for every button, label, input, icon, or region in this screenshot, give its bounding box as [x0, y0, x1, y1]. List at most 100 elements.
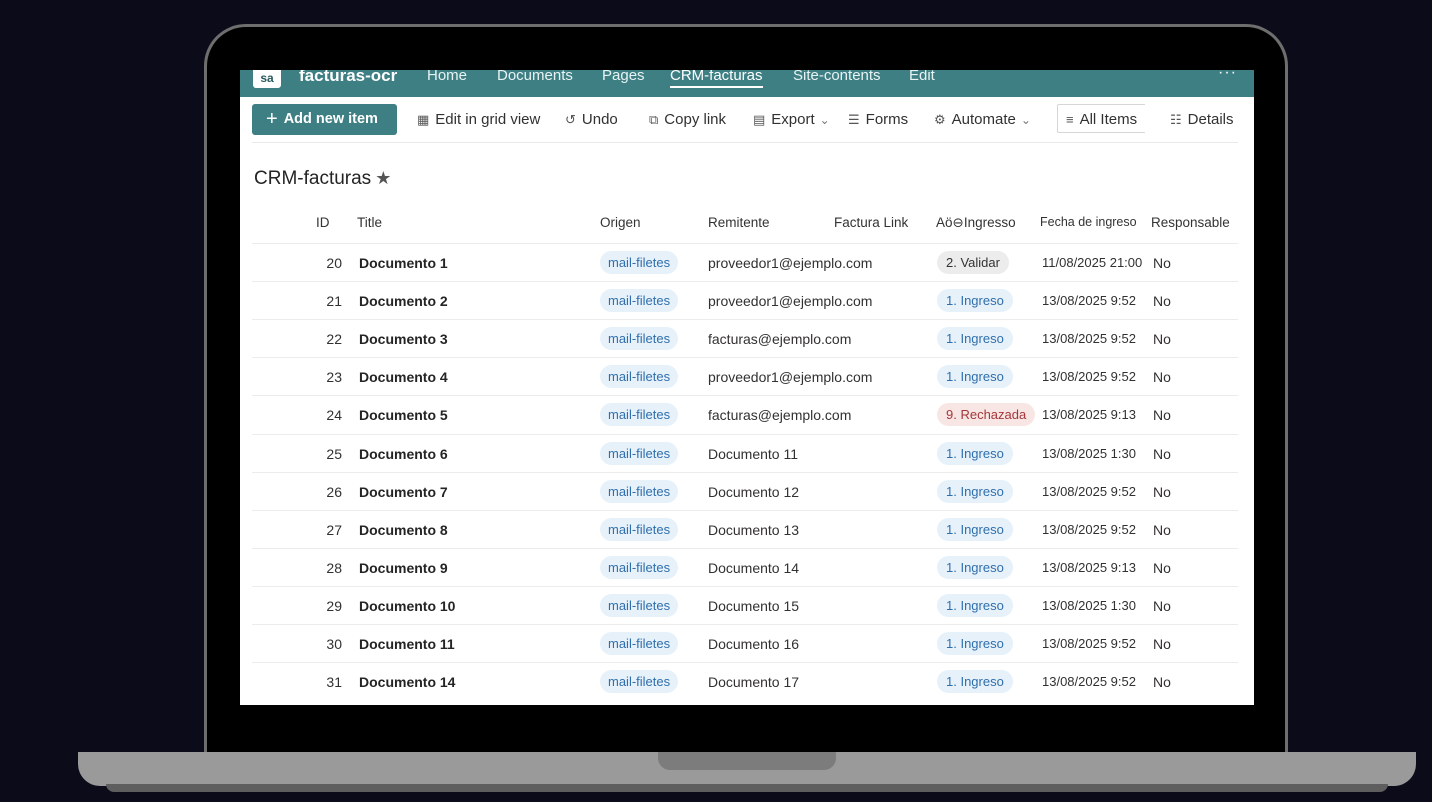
estado-badge: 1. Ingreso: [937, 593, 1013, 617]
table-row[interactable]: 27 Documento 8 mail-filetes Documento 13 1. …: [252, 509, 1238, 549]
all-items-label: All Items: [1079, 111, 1138, 128]
row-id: 29: [326, 597, 342, 614]
row-id: 26: [326, 483, 342, 500]
table-row[interactable]: 26 Documento 7 mail-filetes Documento 12 1. …: [252, 471, 1238, 511]
edit-grid-view-button[interactable]: ▦ Edit in grid view: [417, 104, 540, 135]
nav-crm-facturas[interactable]: CRM-facturas: [670, 70, 763, 88]
copy-link-button[interactable]: ⧉ Copy link: [649, 104, 726, 135]
row-title-link[interactable]: Documento 10: [359, 598, 455, 614]
column-header-estado[interactable]: Aö⊖Ingresso: [936, 215, 1016, 231]
estado-badge: 1. Ingreso: [937, 327, 1013, 351]
row-id: 23: [326, 369, 342, 386]
row-fecha-ingreso: 13/08/2025 9:52: [1042, 636, 1136, 651]
table-row[interactable]: 25 Documento 6 mail-filetes Documento 11 1. …: [252, 433, 1238, 473]
column-header-remitente[interactable]: Remitente: [708, 215, 770, 230]
copy-link-label: Copy link: [664, 111, 726, 128]
table-row[interactable]: 20 Documento 1 mail-filetes proveedor1@ejem…: [252, 243, 1238, 282]
row-fecha-ingreso: 13/08/2025 9:52: [1042, 369, 1136, 385]
table-row[interactable]: 28 Documento 9 mail-filetes Documento 14 1. …: [252, 547, 1238, 587]
forms-button[interactable]: ☰ Forms: [848, 104, 908, 135]
command-bar: + Add new item ▦ Edit in grid view ↺ Undo ⧉…: [240, 97, 1254, 143]
row-id: 27: [326, 521, 342, 538]
export-label: Export: [771, 111, 815, 128]
table-row[interactable]: 24 Documento 5 mail-filetes facturas@ejempl…: [252, 395, 1238, 434]
page-title: CRM-facturas ★: [254, 168, 391, 190]
row-fecha-ingreso: 13/08/2025 9:52: [1042, 331, 1136, 347]
row-remitente: proveedor1@ejemplo.com: [708, 255, 873, 271]
row-remitente: facturas@ejemplo.com: [708, 331, 852, 348]
row-remitente: Documento 15: [708, 597, 800, 614]
row-id: 28: [326, 559, 342, 576]
row-fecha-ingreso: 13/08/2025 9:52: [1042, 674, 1136, 690]
forms-icon: ☰: [848, 112, 860, 127]
table-row[interactable]: 31 Documento 14 mail-filetes Documento 17 1.…: [252, 662, 1238, 701]
more-options-icon[interactable]: ···: [1218, 70, 1237, 82]
estado-badge: 1. Ingreso: [937, 441, 1013, 465]
automate-button[interactable]: ⚙ Automate ⌄: [934, 104, 1031, 135]
origen-tag: mail-filetes: [600, 251, 679, 274]
add-new-item-button[interactable]: + Add new item: [252, 104, 397, 135]
estado-badge: 1. Ingreso: [937, 632, 1013, 655]
row-id: 30: [326, 636, 342, 652]
row-responsable: No: [1153, 636, 1171, 652]
row-title-link[interactable]: Documento 9: [359, 560, 448, 576]
row-title-link[interactable]: Documento 4: [359, 369, 448, 385]
undo-icon: ↺: [565, 112, 576, 127]
row-responsable: No: [1153, 521, 1171, 538]
row-id: 25: [326, 445, 342, 462]
row-title-link[interactable]: Documento 3: [359, 331, 448, 347]
row-responsable: No: [1153, 445, 1171, 462]
favorite-star-icon[interactable]: ★: [375, 168, 391, 188]
details-list-icon: ☷: [1170, 112, 1182, 127]
column-header-origen[interactable]: Origen: [600, 215, 641, 230]
nav-pages[interactable]: Pages: [602, 70, 645, 85]
row-title-link[interactable]: Documento 1: [359, 255, 448, 271]
site-logo[interactable]: sa: [253, 70, 281, 88]
row-remitente: facturas@ejemplo.com: [708, 407, 852, 424]
row-responsable: No: [1153, 331, 1171, 348]
nav-edit[interactable]: Edit: [909, 70, 935, 85]
column-header-title[interactable]: Title: [357, 215, 382, 230]
column-header-fecha-ingreso[interactable]: Fecha de ingreso: [1040, 215, 1137, 229]
origen-tag: mail-filetes: [600, 289, 679, 313]
undo-button[interactable]: ↺ Undo: [565, 104, 618, 135]
laptop-notch: [658, 752, 836, 770]
row-title-link[interactable]: Documento 5: [359, 407, 448, 423]
view-list-icon: ≡: [1066, 112, 1074, 127]
nav-documents[interactable]: Documents: [497, 70, 573, 85]
row-fecha-ingreso: 13/08/2025 9:52: [1042, 293, 1136, 309]
column-header-factura-link[interactable]: Factura Link: [834, 215, 908, 230]
table-row[interactable]: 22 Documento 3 mail-filetes facturas@ejempl…: [252, 319, 1238, 358]
row-title-link[interactable]: Documento 2: [359, 293, 448, 309]
link-icon: ⧉: [649, 112, 659, 127]
estado-badge: 1. Ingreso: [937, 365, 1013, 389]
row-id: 22: [326, 331, 342, 348]
row-title-link[interactable]: Documento 11: [359, 636, 455, 652]
row-title-link[interactable]: Documento 8: [359, 522, 448, 538]
origen-tag: mail-filetes: [600, 441, 679, 465]
row-fecha-ingreso: 13/08/2025 9:52: [1042, 521, 1136, 537]
table-row[interactable]: 30 Documento 11 mail-filetes Documento 16 1.…: [252, 624, 1238, 663]
table-row[interactable]: 21 Documento 2 mail-filetes proveedor1@ejem…: [252, 281, 1238, 320]
nav-site-contents[interactable]: Site-contents: [793, 70, 881, 85]
command-bar-divider: [252, 142, 1238, 143]
nav-home[interactable]: Home: [427, 70, 467, 85]
row-fecha-ingreso: 13/08/2025 9:13: [1042, 559, 1136, 575]
chevron-down-icon: ⌄: [1020, 113, 1031, 127]
row-title-link[interactable]: Documento 14: [359, 674, 455, 690]
table-row[interactable]: 23 Documento 4 mail-filetes proveedor1@ejem…: [252, 357, 1238, 396]
row-remitente: Documento 16: [708, 636, 800, 652]
all-items-view-button[interactable]: ≡ All Items: [1066, 104, 1137, 135]
row-remitente: Documento 13: [708, 521, 800, 538]
column-header-responsable[interactable]: Responsable: [1151, 215, 1230, 230]
row-remitente: Documento 12: [708, 483, 800, 500]
row-id: 24: [326, 407, 342, 424]
site-name[interactable]: facturas-ocr: [299, 70, 397, 85]
details-button[interactable]: ☷ Details: [1170, 104, 1234, 135]
table-row[interactable]: 29 Documento 10 mail-filetes Documento 15 1.…: [252, 585, 1238, 625]
automate-icon: ⚙: [934, 112, 946, 127]
row-title-link[interactable]: Documento 7: [359, 484, 448, 500]
row-title-link[interactable]: Documento 6: [359, 446, 448, 462]
column-header-id[interactable]: ID: [316, 215, 330, 230]
export-button[interactable]: ▤ Export ⌄: [753, 104, 830, 135]
